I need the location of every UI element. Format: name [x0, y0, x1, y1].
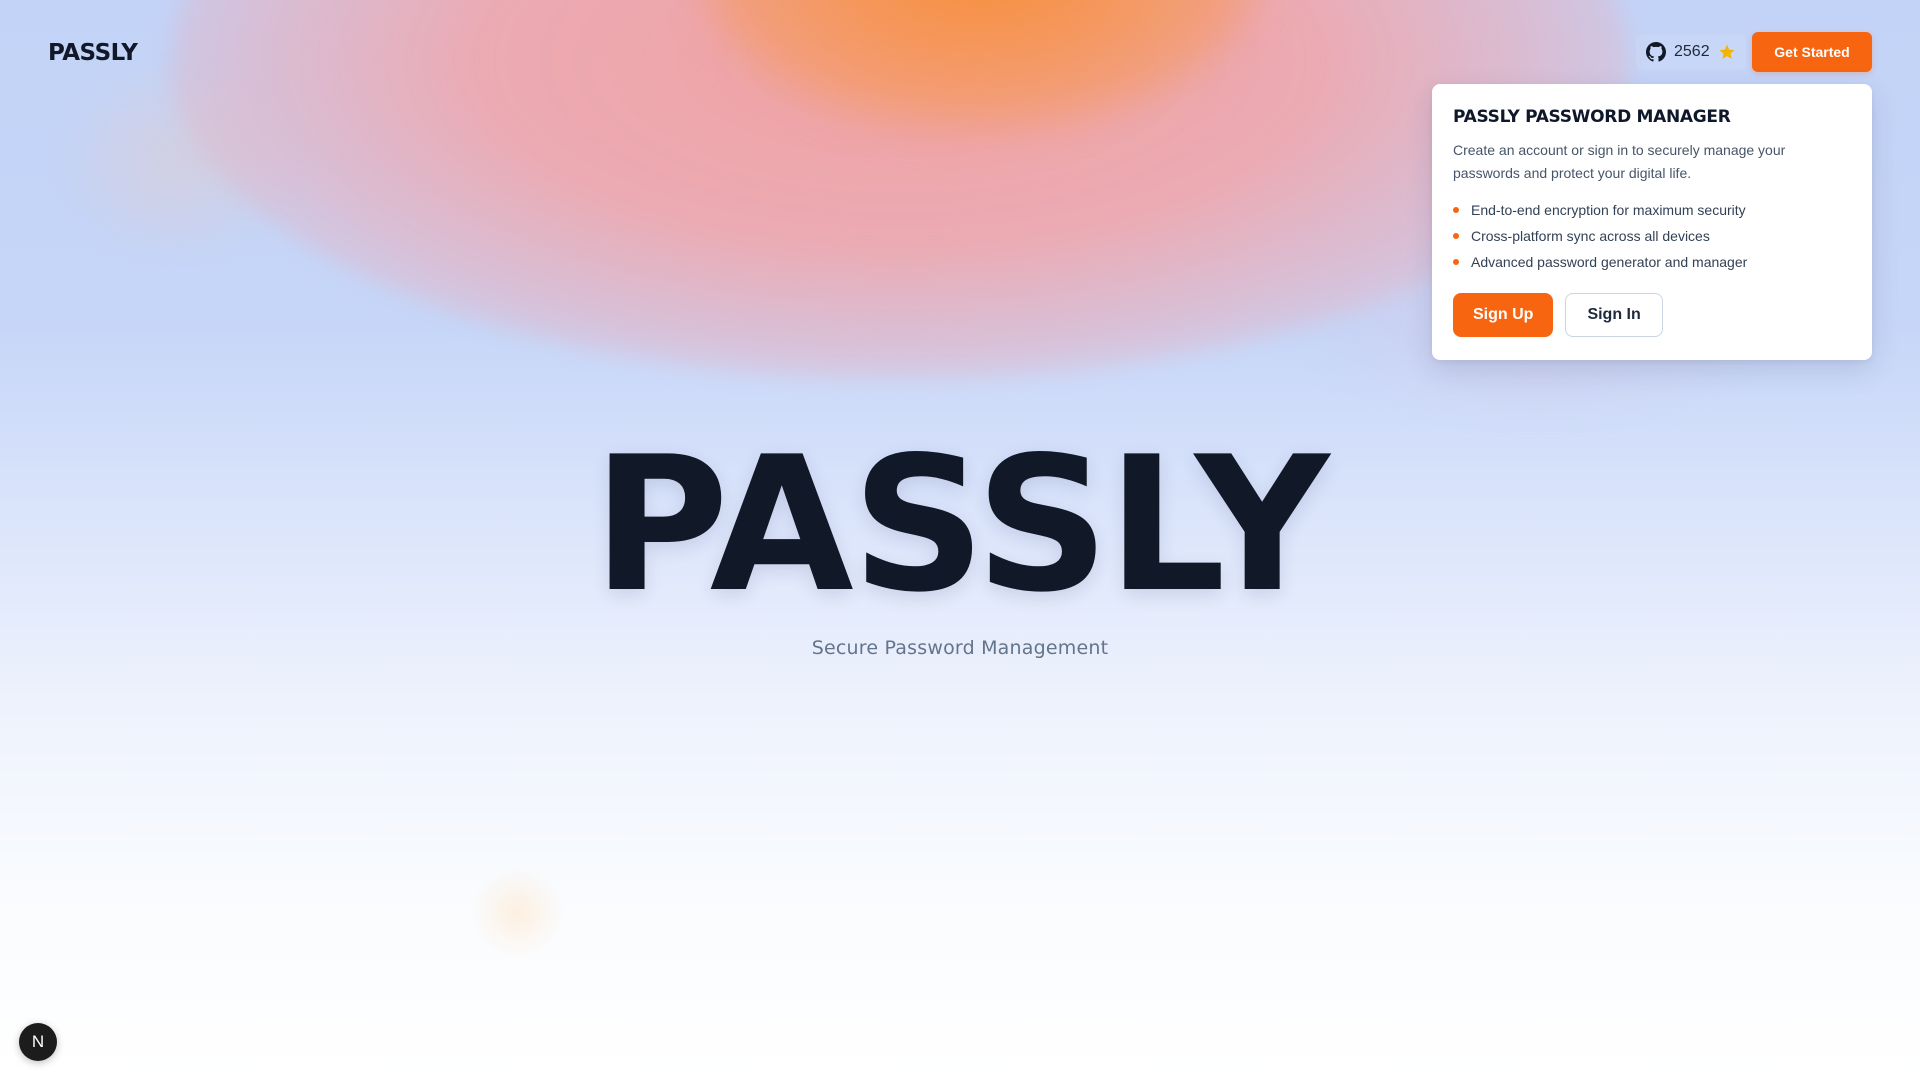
github-stars-link[interactable]: 2562: [1636, 34, 1746, 70]
background-blob-orange: [700, 0, 1260, 130]
feature-list: End-to-end encryption for maximum securi…: [1453, 197, 1851, 275]
landing-page: PASSLY 2562 Get Started PASSLY PASSWORD …: [0, 0, 1920, 1080]
popover-title: PASSLY PASSWORD MANAGER: [1453, 107, 1731, 127]
hero-title: PASSLY: [592, 416, 1330, 633]
hero-subtitle: Secure Password Management: [811, 637, 1109, 659]
brand-logo[interactable]: PASSLY: [48, 40, 138, 66]
background-glow-dot: [470, 865, 565, 960]
nextjs-devtools-badge[interactable]: N: [19, 1023, 57, 1061]
background-blob-lilac: [60, 60, 300, 260]
feature-text: Cross-platform sync across all devices: [1471, 228, 1710, 244]
bullet-icon: [1453, 207, 1459, 213]
github-icon: [1646, 42, 1666, 62]
star-icon: [1719, 44, 1735, 59]
auth-popover: PASSLY PASSWORD MANAGER Create an accoun…: [1432, 84, 1872, 360]
feature-item: End-to-end encryption for maximum securi…: [1453, 197, 1851, 223]
sign-up-button[interactable]: Sign Up: [1453, 293, 1554, 337]
feature-text: End-to-end encryption for maximum securi…: [1471, 202, 1746, 218]
bullet-icon: [1453, 233, 1459, 239]
feature-item: Advanced password generator and manager: [1453, 249, 1851, 275]
popover-actions: Sign Up Sign In: [1453, 293, 1851, 337]
feature-item: Cross-platform sync across all devices: [1453, 223, 1851, 249]
background-blob-pink: [170, 0, 1630, 380]
get-started-button[interactable]: Get Started: [1752, 32, 1872, 72]
sign-in-button[interactable]: Sign In: [1565, 293, 1663, 337]
popover-description: Create an account or sign in to securely…: [1453, 142, 1786, 181]
nextjs-logo-icon: N: [31, 1032, 45, 1051]
feature-text: Advanced password generator and manager: [1471, 254, 1748, 270]
bullet-icon: [1453, 259, 1459, 265]
github-star-count: 2562: [1674, 43, 1710, 60]
